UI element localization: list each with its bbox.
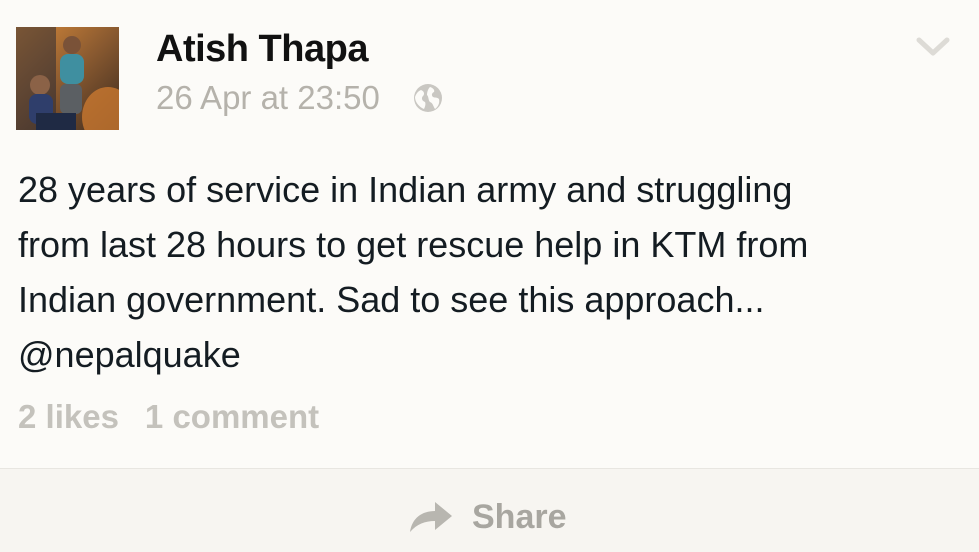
post-stats: 2 likes 1 comment xyxy=(18,398,319,436)
post-hashtag-mention[interactable]: @nepalquake xyxy=(18,327,963,382)
post-text-line: from last 28 hours to get rescue help in… xyxy=(18,224,809,265)
avatar[interactable] xyxy=(16,27,119,130)
post-text-line: 28 years of service in Indian army and s… xyxy=(18,169,793,210)
share-label: Share xyxy=(472,497,567,536)
post-text: 28 years of service in Indian army and s… xyxy=(18,162,963,382)
share-arrow-icon xyxy=(408,500,454,534)
share-button[interactable]: Share xyxy=(408,494,567,540)
chevron-down-icon[interactable] xyxy=(916,36,950,58)
action-bar: Share xyxy=(0,469,979,552)
globe-icon xyxy=(412,82,444,114)
avatar-photo xyxy=(16,27,119,130)
post-card: Atish Thapa 26 Apr at 23:50 28 years of … xyxy=(0,0,979,552)
post-meta: 26 Apr at 23:50 xyxy=(156,78,444,118)
post-timestamp[interactable]: 26 Apr at 23:50 xyxy=(156,79,380,117)
comments-count[interactable]: 1 comment xyxy=(145,398,319,436)
author-name[interactable]: Atish Thapa xyxy=(156,28,368,71)
post-text-line: Indian government. Sad to see this appro… xyxy=(18,279,765,320)
likes-count[interactable]: 2 likes xyxy=(18,398,119,436)
